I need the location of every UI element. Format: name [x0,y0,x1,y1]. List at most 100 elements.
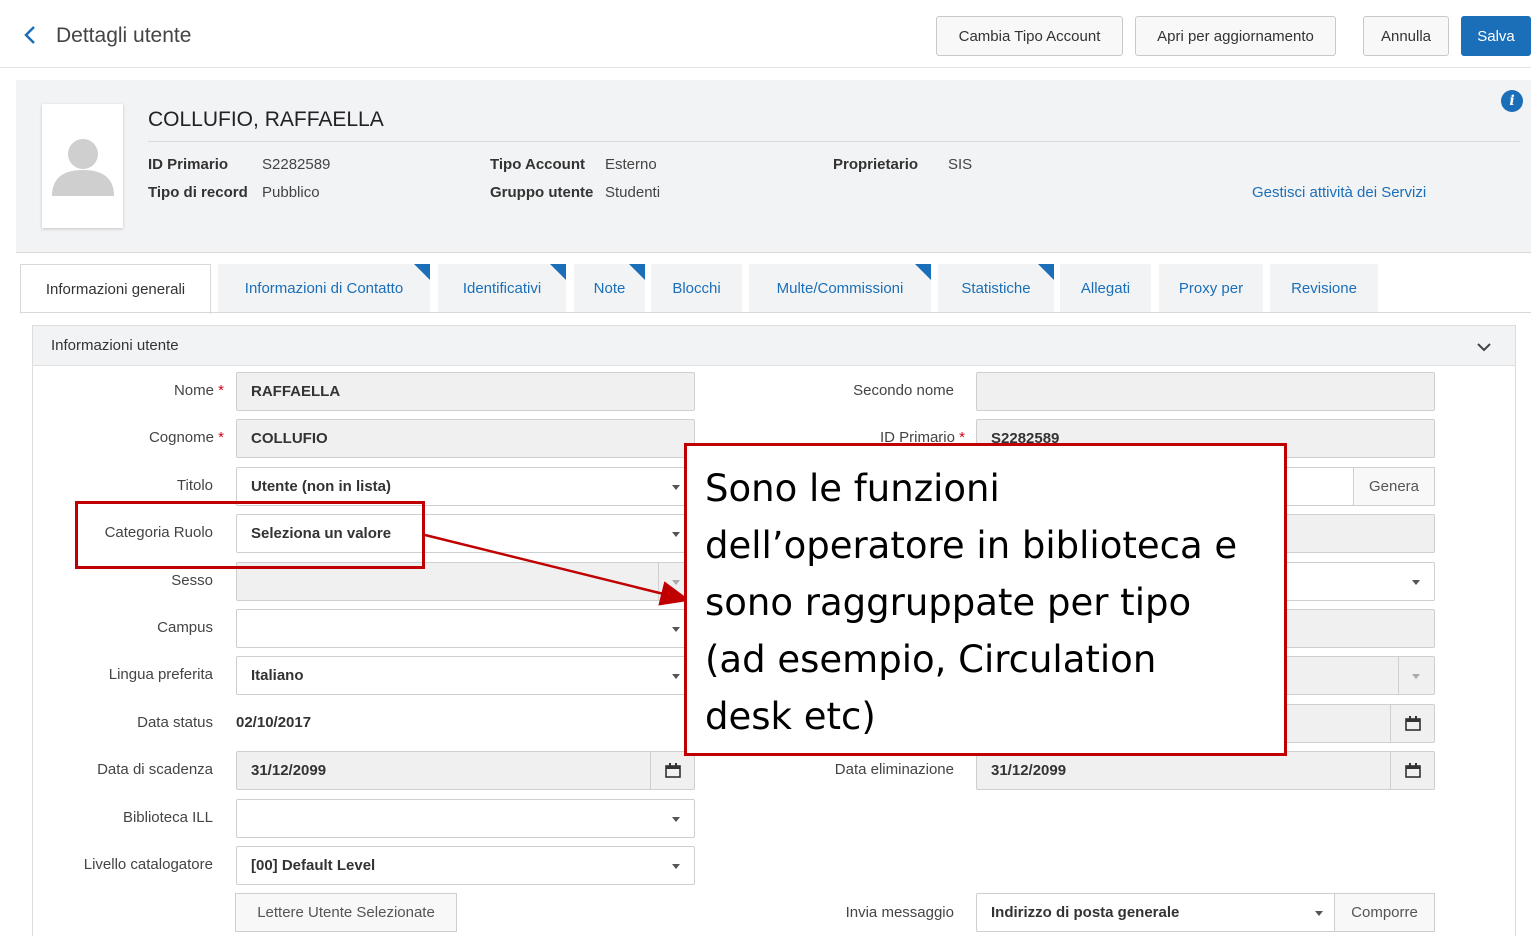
record-type-value: Pubblico [262,184,320,201]
send-message-select-value: Indirizzo di posta generale [991,904,1180,921]
tab-label: Informazioni generali [45,281,186,298]
tab-label: Multe/Commissioni [776,280,904,297]
annotation-highlight-box [75,501,425,569]
preferred-language-select[interactable]: Italiano [236,656,695,695]
generate-button[interactable]: Genera [1353,467,1435,506]
back-arrow-icon[interactable] [18,18,44,52]
first-name-label: Nome * [100,382,224,399]
expiry-date-field[interactable]: 31/12/2099 [236,751,695,790]
save-button[interactable]: Salva [1461,16,1531,56]
page-title: Dettagli utente [56,24,192,47]
letters-button[interactable]: Lettere Utente Selezionate [235,893,457,932]
tab-identifiers[interactable]: Identificativi [438,264,566,313]
top-bar: Dettagli utente Cambia Tipo Account Apri… [0,0,1531,68]
middle-name-label: Secondo nome [853,382,954,399]
preferred-language-label: Lingua preferita [108,666,213,683]
owner-value: SIS [948,156,973,173]
callout-line: sono raggruppate per tipo [705,581,1192,624]
user-group-value: Studenti [605,184,661,201]
tab-attachments[interactable]: Allegati [1060,264,1151,313]
tab-label: Revisione [1291,280,1357,297]
calendar-icon[interactable] [650,752,694,789]
tab-blocks[interactable]: Blocchi [651,264,742,313]
tab-marker-icon [629,264,645,280]
info-icon[interactable]: i [1501,90,1523,112]
callout-line: desk etc) [705,695,876,738]
tab-label: Identificativi [462,280,542,297]
campus-label: Campus [157,619,213,636]
section-title: Informazioni utente [51,337,179,354]
purge-date-field[interactable]: 31/12/2099 [976,751,1435,790]
tab-proxy-for[interactable]: Proxy per [1159,264,1263,313]
first-name-field[interactable]: RAFFAELLA [236,372,695,411]
expiry-date-value: 31/12/2099 [251,762,327,779]
title-label: Titolo [176,477,213,494]
open-for-update-button[interactable]: Apri per aggiornamento [1135,16,1336,56]
header-divider [148,141,1520,142]
chevron-down-icon [672,627,680,632]
annotation-callout: Sono le funzioni dell’operatore in bibli… [684,443,1287,756]
avatar [42,104,123,228]
cataloger-level-select[interactable]: [00] Default Level [236,846,695,885]
callout-line: (ad esempio, Circulation [705,638,1157,681]
tab-notes[interactable]: Note [574,264,645,313]
tab-marker-icon [550,264,566,280]
user-silhouette-icon [52,139,114,196]
title-select-value: Utente (non in lista) [251,478,391,495]
compose-button[interactable]: Comporre [1334,893,1435,932]
tab-marker-icon [915,264,931,280]
chevron-down-icon [672,580,680,585]
manage-services-link[interactable]: Gestisci attività dei Servizi [1252,184,1426,201]
chevron-down-icon [672,817,680,822]
chevron-down-icon [672,864,680,869]
tab-statistics[interactable]: Statistiche [938,264,1054,313]
tab-label: Informazioni di Contatto [244,280,404,297]
first-name-label-text: Nome [173,382,214,399]
owner-label: Proprietario [833,156,919,173]
send-message-select[interactable]: Indirizzo di posta generale [976,893,1338,932]
chevron-down-icon [672,485,680,490]
tab-history[interactable]: Revisione [1270,264,1378,313]
chevron-down-icon[interactable] [1475,338,1493,356]
tab-label: Proxy per [1178,280,1244,297]
ill-library-select[interactable] [236,799,695,838]
tabs-divider [20,312,1531,313]
cancel-button[interactable]: Annulla [1363,16,1449,56]
purge-date-label: Data eliminazione [834,761,954,778]
primary-id-label: ID Primario [148,156,229,173]
chevron-down-icon [672,674,680,679]
tab-label: Note [593,280,626,297]
chevron-down-icon [672,532,680,537]
tab-contact-info[interactable]: Informazioni di Contatto [218,264,430,313]
last-name-field[interactable]: COLLUFIO [236,419,695,458]
required-mark: * [218,429,224,446]
section-header[interactable]: Informazioni utente [33,326,1515,366]
user-group-label: Gruppo utente [490,184,594,201]
tab-fines-fees[interactable]: Multe/Commissioni [749,264,931,313]
user-full-name: COLLUFIO, RAFFAELLA [148,108,384,131]
last-name-label-text: Cognome [148,429,214,446]
cataloger-level-label: Livello catalogatore [83,856,213,873]
gender-label: Sesso [171,572,213,589]
calendar-icon[interactable] [1390,705,1434,742]
chevron-down-icon [1412,674,1420,679]
status-date-label: Data status [137,714,213,731]
tab-general-info[interactable]: Informazioni generali [20,264,211,314]
campus-select[interactable] [236,609,695,648]
tab-label: Blocchi [672,280,721,297]
callout-line: dell’operatore in biblioteca e [705,524,1238,567]
purge-date-value: 31/12/2099 [991,762,1067,779]
expiry-date-label: Data di scadenza [97,761,213,778]
account-type-value: Esterno [605,156,657,173]
status-date-value: 02/10/2017 [236,714,312,731]
calendar-icon[interactable] [1390,752,1434,789]
record-type-label: Tipo di record [148,184,248,201]
tab-marker-icon [1038,264,1054,280]
middle-name-field[interactable] [976,372,1435,411]
user-summary-panel: COLLUFIO, RAFFAELLA ID Primario S2282589… [16,80,1531,253]
send-message-label: Invia messaggio [845,904,954,921]
tab-label: Statistiche [961,280,1031,297]
change-account-type-button[interactable]: Cambia Tipo Account [936,16,1123,56]
cataloger-level-select-value: [00] Default Level [251,857,376,874]
preferred-language-select-value: Italiano [251,667,304,684]
